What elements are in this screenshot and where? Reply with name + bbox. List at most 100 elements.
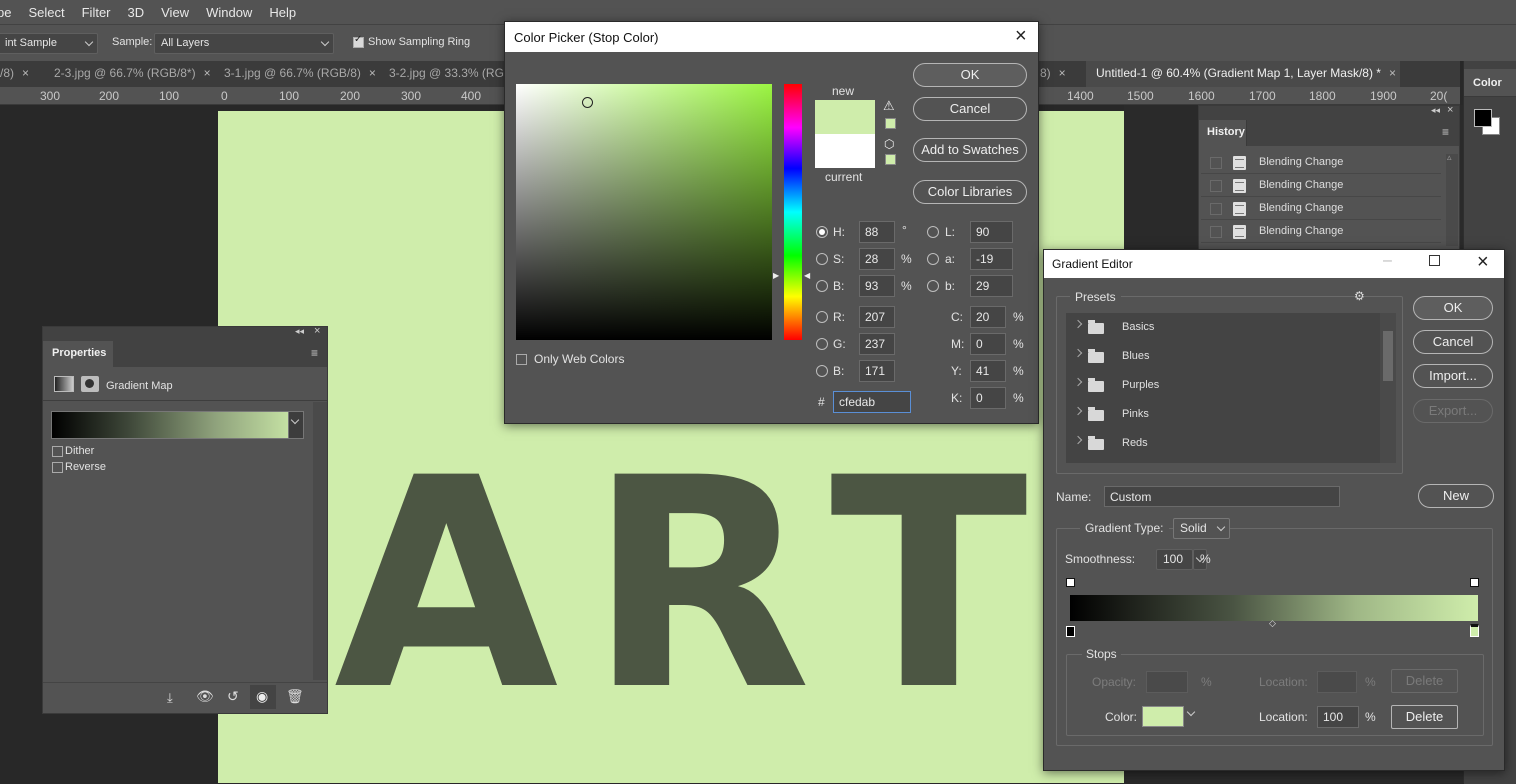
- cyan-field[interactable]: 20: [970, 306, 1006, 328]
- tab-doc-1[interactable]: /8) ×: [0, 61, 42, 87]
- history-item[interactable]: Blending Change: [1201, 152, 1441, 174]
- scroll-up-icon[interactable]: ▵: [1447, 152, 1452, 163]
- stop-color-swatch[interactable]: [1142, 706, 1184, 727]
- cancel-button[interactable]: Cancel: [913, 97, 1027, 121]
- gamut-swatch[interactable]: [885, 118, 896, 129]
- close-icon[interactable]: ×: [314, 325, 320, 337]
- green-radio[interactable]: [816, 338, 828, 350]
- preset-folder-pinks[interactable]: Pinks: [1066, 400, 1378, 429]
- opacity-stop-right[interactable]: [1470, 578, 1479, 587]
- lightness-radio[interactable]: [927, 226, 939, 238]
- history-checkbox[interactable]: [1210, 180, 1222, 192]
- hue-slider-left-arrow[interactable]: ▶: [773, 271, 779, 280]
- scroll-thumb[interactable]: [1383, 331, 1393, 381]
- presets-list[interactable]: Basics Blues Purples Pinks Reds: [1066, 313, 1396, 463]
- clip-to-layer-icon[interactable]: ⤓: [167, 690, 173, 706]
- warning-icon[interactable]: ⚠: [883, 98, 895, 114]
- preset-folder-basics[interactable]: Basics: [1066, 313, 1378, 342]
- minimize-icon[interactable]: –: [1383, 252, 1392, 270]
- hue-slider-right-arrow[interactable]: ◀: [804, 271, 810, 280]
- close-icon[interactable]: ×: [1015, 25, 1027, 48]
- tab-untitled-1[interactable]: Untitled-1 @ 60.4% (Gradient Map 1, Laye…: [1086, 61, 1400, 87]
- ok-button[interactable]: OK: [913, 63, 1027, 87]
- name-field[interactable]: Custom: [1104, 486, 1340, 507]
- tab-color[interactable]: Color: [1464, 69, 1516, 97]
- color-stop-left[interactable]: [1066, 626, 1075, 637]
- magenta-field[interactable]: 0: [970, 333, 1006, 355]
- import-button[interactable]: Import...: [1413, 364, 1493, 388]
- hue-field[interactable]: 88: [859, 221, 895, 243]
- presets-scrollbar[interactable]: [1380, 313, 1396, 463]
- dither-checkbox[interactable]: [52, 446, 63, 457]
- color-libraries-button[interactable]: Color Libraries: [913, 180, 1027, 204]
- collapse-icon[interactable]: ◂◂: [295, 326, 304, 337]
- foreground-swatch[interactable]: [1474, 109, 1492, 127]
- close-icon[interactable]: ×: [1477, 251, 1489, 274]
- history-checkbox[interactable]: [1210, 157, 1222, 169]
- web-safe-swatch[interactable]: [885, 154, 896, 165]
- history-item[interactable]: Blending Change: [1201, 221, 1441, 243]
- green-field[interactable]: 237: [859, 333, 895, 355]
- color-location-field[interactable]: 100: [1317, 706, 1359, 728]
- opacity-field[interactable]: [1146, 671, 1188, 693]
- view-previous-icon[interactable]: 👁: [196, 688, 214, 705]
- reset-icon[interactable]: ↺: [227, 688, 239, 705]
- saturation-radio[interactable]: [816, 253, 828, 265]
- menu-type[interactable]: pe: [0, 5, 11, 20]
- close-icon[interactable]: ×: [1389, 66, 1396, 80]
- cube-icon[interactable]: ⬡: [884, 137, 894, 151]
- only-web-colors-checkbox[interactable]: [516, 354, 527, 365]
- panel-menu-icon[interactable]: ≡: [311, 346, 318, 360]
- panel-menu-icon[interactable]: ≡: [1442, 125, 1449, 139]
- b-lab-field[interactable]: 29: [970, 275, 1013, 297]
- gradient-preview[interactable]: [51, 411, 304, 439]
- history-checkbox[interactable]: [1210, 226, 1222, 238]
- yellow-field[interactable]: 41: [970, 360, 1006, 382]
- color-stop-right[interactable]: [1470, 624, 1479, 637]
- sample-size-select[interactable]: int Sample: [0, 33, 98, 54]
- tab-doc-3[interactable]: 3-1.jpg @ 66.7% (RGB/8) ×: [216, 61, 376, 87]
- close-icon[interactable]: ×: [1447, 104, 1453, 116]
- red-field[interactable]: 207: [859, 306, 895, 328]
- smoothness-field[interactable]: 100: [1156, 549, 1193, 570]
- trash-icon[interactable]: 🗑: [286, 688, 304, 705]
- cancel-button[interactable]: Cancel: [1413, 330, 1493, 354]
- menu-3d[interactable]: 3D: [128, 5, 145, 20]
- menu-help[interactable]: Help: [269, 5, 296, 20]
- ok-button[interactable]: OK: [1413, 296, 1493, 320]
- gear-icon[interactable]: ⚙: [1354, 289, 1365, 303]
- color-delete-button[interactable]: Delete: [1391, 705, 1458, 729]
- a-field[interactable]: -19: [970, 248, 1013, 270]
- tab-doc-4[interactable]: 3-2.jpg @ 33.3% (RGB/: [381, 61, 505, 87]
- saturation-field[interactable]: 28: [859, 248, 895, 270]
- color-field[interactable]: [516, 84, 772, 340]
- tab-properties[interactable]: Properties: [43, 341, 113, 367]
- midpoint-diamond[interactable]: ◇: [1269, 618, 1276, 629]
- gradient-map-icon[interactable]: [54, 376, 74, 392]
- tab-doc-2[interactable]: 2-3.jpg @ 66.7% (RGB/8*) ×: [46, 61, 212, 87]
- preset-folder-purples[interactable]: Purples: [1066, 371, 1378, 400]
- menu-view[interactable]: View: [161, 5, 189, 20]
- preset-folder-blues[interactable]: Blues: [1066, 342, 1378, 371]
- close-icon[interactable]: ×: [22, 66, 29, 80]
- a-radio[interactable]: [927, 253, 939, 265]
- new-button[interactable]: New: [1418, 484, 1494, 508]
- opacity-location-field[interactable]: [1317, 671, 1357, 693]
- opacity-stop-left[interactable]: [1066, 578, 1075, 587]
- hue-radio[interactable]: [816, 226, 828, 238]
- black-field[interactable]: 0: [970, 387, 1006, 409]
- red-radio[interactable]: [816, 311, 828, 323]
- tab-history[interactable]: History: [1199, 120, 1247, 146]
- close-icon[interactable]: ×: [369, 66, 376, 80]
- close-icon[interactable]: ×: [1059, 66, 1066, 80]
- hue-slider[interactable]: [784, 84, 802, 340]
- preset-folder-reds[interactable]: Reds: [1066, 429, 1378, 458]
- mask-icon[interactable]: [81, 376, 99, 392]
- collapse-icon[interactable]: ◂◂: [1431, 105, 1440, 116]
- gradient-dropdown[interactable]: [288, 411, 304, 439]
- close-icon[interactable]: ×: [204, 66, 211, 80]
- sample-select[interactable]: All Layers: [154, 33, 334, 54]
- hex-field[interactable]: cfedab: [833, 391, 911, 413]
- properties-scrollbar[interactable]: [313, 402, 327, 680]
- color-field-cursor[interactable]: [582, 97, 593, 108]
